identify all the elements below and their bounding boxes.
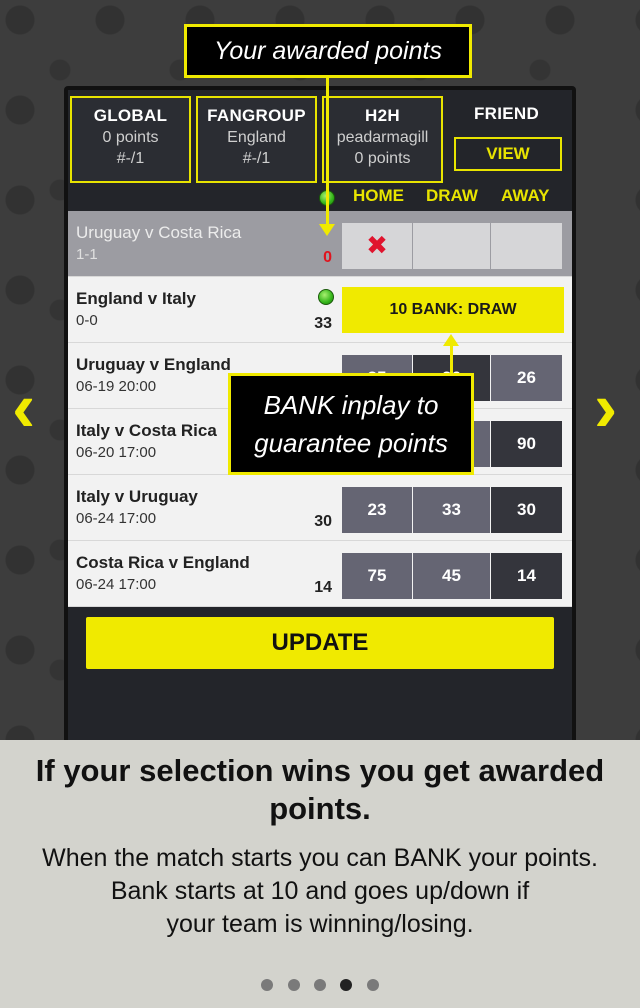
match-teams: Costa Rica v England (76, 553, 250, 572)
match-score: 1-1 (76, 246, 98, 263)
match-date: 06-24 17:00 (76, 510, 157, 527)
bank-callout: BANK inplay to guarantee points (228, 373, 474, 475)
tab-fangroup-title: FANGROUP (207, 106, 306, 125)
match-teams: England v Italy (76, 289, 196, 308)
arrow-down-icon (319, 224, 335, 236)
match-row-5: Costa Rica v England 06-24 17:00 14 75 4… (68, 541, 572, 607)
update-button[interactable]: UPDATE (86, 617, 554, 669)
live-indicator-icon (318, 289, 334, 305)
match-points: 14 (314, 579, 332, 596)
info-body-line1: When the match starts you can BANK your … (42, 844, 598, 872)
page-indicator (0, 978, 640, 996)
tab-global-points: 0 points (102, 129, 159, 146)
away-pick-cell (491, 223, 562, 269)
match-row-1: England v Italy 0-0 33 10 BANK: DRAW (68, 277, 572, 343)
tab-h2h-opponent: peadarmagill (336, 129, 429, 146)
match-points: 0 (323, 249, 332, 266)
match-teams: Uruguay v England (76, 355, 231, 374)
match-date: 06-24 17:00 (76, 576, 157, 593)
tab-h2h-title: H2H (365, 106, 400, 125)
away-odds-button[interactable]: 30 (491, 487, 562, 533)
bank-callout-line1: BANK inplay to (263, 390, 439, 420)
match-teams: Italy v Costa Rica (76, 421, 217, 440)
cross-icon: ✖ (366, 230, 388, 260)
match-teams: Italy v Uruguay (76, 487, 198, 506)
column-home: HOME (353, 186, 404, 205)
tab-fangroup-name: England (227, 129, 286, 146)
awarded-points-callout: Your awarded points (184, 24, 472, 78)
info-headline: If your selection wins you get awarded p… (35, 753, 605, 826)
tab-global-title: GLOBAL (93, 106, 168, 125)
arrow-up-icon (443, 334, 459, 346)
page-dot-active[interactable] (340, 979, 353, 991)
page-dot[interactable] (261, 979, 274, 991)
view-friend-button[interactable]: VIEW (454, 137, 562, 171)
match-date: 06-20 17:00 (76, 444, 157, 461)
match-row-0: Uruguay v Costa Rica 1-1 0 ✖ (68, 211, 572, 277)
tab-fangroup-rank: #-/1 (242, 150, 271, 167)
page-dot[interactable] (287, 979, 300, 991)
away-odds-button[interactable]: 14 (491, 553, 562, 599)
match-teams: Uruguay v Costa Rica (76, 223, 242, 242)
tab-h2h[interactable]: H2H peadarmagill 0 points (322, 96, 443, 183)
away-odds-button[interactable]: 90 (491, 421, 562, 467)
away-odds-button[interactable]: 26 (491, 355, 562, 401)
home-odds-button[interactable]: 75 (342, 553, 412, 599)
column-draw: DRAW (426, 186, 478, 205)
tab-fangroup[interactable]: FANGROUP England #-/1 (196, 96, 317, 183)
info-panel: If your selection wins you get awarded p… (0, 740, 640, 1008)
tab-global[interactable]: GLOBAL 0 points #-/1 (70, 96, 191, 183)
tab-friend-title: FRIEND (473, 104, 540, 123)
match-score: 0-0 (76, 312, 98, 329)
tab-global-rank: #-/1 (116, 150, 145, 167)
info-body-line2: Bank starts at 10 and goes up/down if (110, 877, 530, 905)
bank-button[interactable]: 10 BANK: DRAW (342, 287, 564, 333)
home-pick-cell: ✖ (342, 223, 412, 269)
draw-pick-cell (413, 223, 490, 269)
tab-h2h-points: 0 points (354, 150, 411, 167)
home-odds-button[interactable]: 23 (342, 487, 412, 533)
callout-arrow-line (326, 78, 329, 226)
page-dot[interactable] (314, 979, 326, 991)
draw-odds-button[interactable]: 45 (413, 553, 490, 599)
match-points: 33 (314, 315, 332, 332)
callout-arrow-line (450, 342, 453, 374)
bank-callout-line2: guarantee points (254, 428, 448, 458)
previous-slide-icon[interactable]: ‹ (12, 372, 35, 442)
info-body-line3: your team is winning/losing. (166, 910, 474, 938)
column-away: AWAY (501, 186, 550, 205)
info-body: When the match starts you can BANK your … (0, 842, 640, 941)
match-date: 06-19 20:00 (76, 378, 157, 395)
page-dot[interactable] (366, 979, 379, 991)
match-points: 30 (314, 513, 332, 530)
draw-odds-button[interactable]: 33 (413, 487, 490, 533)
next-slide-icon[interactable]: › (594, 372, 617, 442)
match-row-4: Italy v Uruguay 06-24 17:00 30 23 33 30 (68, 475, 572, 541)
